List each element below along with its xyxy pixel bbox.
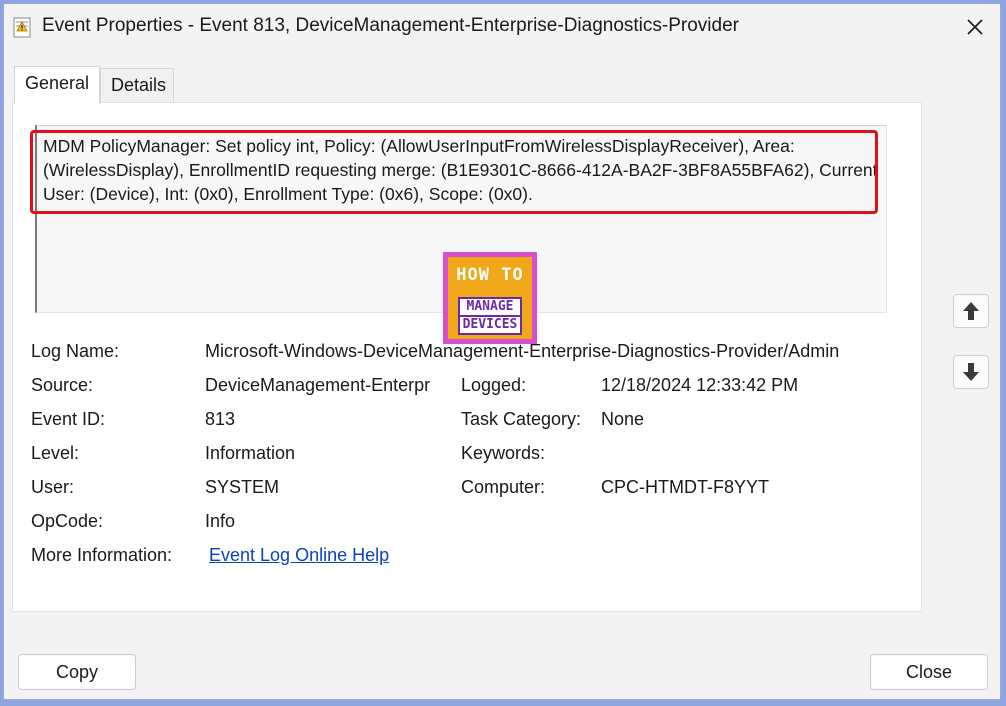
keywords-label: Keywords:: [461, 443, 546, 463]
logged-label: Logged:: [461, 375, 527, 395]
previous-event-button[interactable]: [953, 294, 989, 328]
title-bar: Event Properties - Event 813, DeviceMana…: [4, 4, 1000, 48]
event-properties-window: Event Properties - Event 813, DeviceMana…: [3, 3, 1001, 700]
user-label: User:: [31, 477, 75, 497]
logo-line-manage: MANAGE: [458, 297, 522, 317]
event-description-text: MDM PolicyManager: Set policy int, Polic…: [43, 136, 878, 204]
computer-label: Computer:: [461, 477, 546, 497]
tab-general[interactable]: General: [14, 66, 100, 104]
task-category-value[interactable]: None: [601, 409, 644, 430]
opcode-label: OpCode:: [31, 511, 104, 531]
logo-line-devices: DEVICES: [458, 315, 522, 335]
level-value[interactable]: Information: [205, 443, 295, 464]
task-category-label: Task Category:: [461, 409, 582, 429]
arrow-up-icon: [963, 302, 979, 320]
computer-value[interactable]: CPC-HTMDT-F8YYT: [601, 477, 769, 498]
close-window-icon[interactable]: [960, 12, 990, 42]
more-information-label: More Information:: [31, 545, 173, 565]
source-label: Source:: [31, 375, 94, 395]
arrow-down-icon: [963, 363, 979, 381]
htmd-logo: HOW TO MANAGE DEVICES: [443, 252, 537, 344]
next-event-button[interactable]: [953, 355, 989, 389]
log-name-label: Log Name:: [31, 341, 120, 361]
event-id-label: Event ID:: [31, 409, 106, 429]
opcode-value[interactable]: Info: [205, 511, 235, 532]
event-viewer-icon: [13, 17, 31, 38]
copy-button[interactable]: Copy: [18, 654, 136, 690]
log-name-value[interactable]: Microsoft-Windows-DeviceManagement-Enter…: [205, 341, 895, 362]
logo-line-how-to: HOW TO: [456, 265, 524, 285]
general-panel: MDM PolicyManager: Set policy int, Polic…: [12, 102, 922, 612]
event-id-value[interactable]: 813: [205, 409, 235, 430]
logged-value[interactable]: 12/18/2024 12:33:42 PM: [601, 375, 798, 396]
logo-background: HOW TO MANAGE DEVICES: [448, 257, 532, 339]
event-log-online-help-link[interactable]: Event Log Online Help: [209, 545, 389, 566]
user-value[interactable]: SYSTEM: [205, 477, 279, 498]
window-title: Event Properties - Event 813, DeviceMana…: [42, 15, 739, 36]
close-button[interactable]: Close: [870, 654, 988, 690]
source-value[interactable]: DeviceManagement-Enterpr: [205, 375, 449, 396]
tab-details[interactable]: Details: [100, 68, 174, 104]
level-label: Level:: [31, 443, 80, 463]
